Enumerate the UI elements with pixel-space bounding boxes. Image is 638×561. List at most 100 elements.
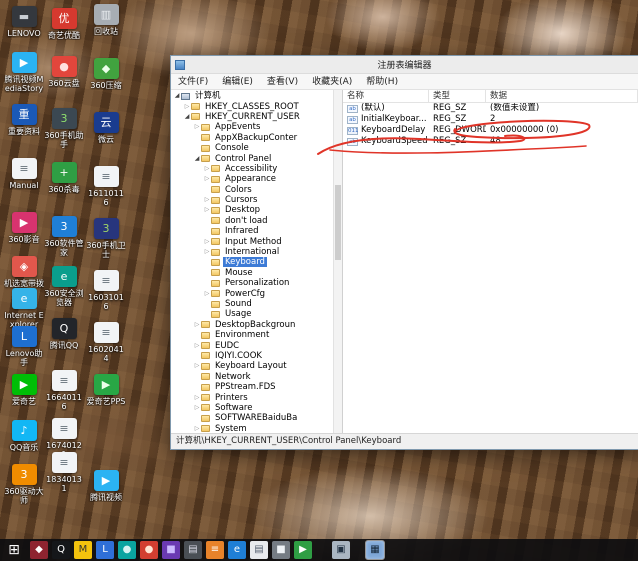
- registry-tree-pane[interactable]: ◢ 计算机 ▷ HKEY_CLASSES_ROOT ◢ HKEY_CURRENT_USER…: [171, 90, 343, 433]
- tree-item[interactable]: ▷ HKEY_CLASSES_ROOT: [171, 101, 342, 112]
- expand-icon[interactable]: ▷: [193, 341, 201, 351]
- desktop-icon[interactable]: 重重要资料: [4, 104, 44, 136]
- expand-icon[interactable]: ▷: [193, 403, 201, 413]
- desktop-icon[interactable]: ≡ 16031016: [86, 270, 126, 311]
- tree-item[interactable]: Sound: [171, 299, 342, 309]
- tree-item[interactable]: Usage: [171, 309, 342, 319]
- tree-item[interactable]: PPStream.FDS: [171, 382, 342, 392]
- column-header[interactable]: 名称: [343, 90, 429, 102]
- expand-icon[interactable]: ▷: [193, 122, 201, 132]
- taskbar-icon-ie[interactable]: e: [228, 541, 246, 559]
- taskbar-icon[interactable]: ≡: [206, 541, 224, 559]
- tree-item[interactable]: Mouse: [171, 268, 342, 278]
- desktop-icon[interactable]: +360杀毒: [44, 162, 84, 194]
- desktop-icon[interactable]: ♪ QQ音乐: [4, 420, 44, 452]
- desktop-icon[interactable]: e Internet Explorer: [4, 288, 44, 329]
- tree-item[interactable]: AppXBackupConter: [171, 133, 342, 143]
- tree-scrollbar-thumb[interactable]: [335, 185, 341, 260]
- tree-item[interactable]: Console: [171, 143, 342, 153]
- desktop-icon[interactable]: ▶ 360影音: [4, 212, 44, 244]
- tree-item[interactable]: ◢ HKEY_CURRENT_USER: [171, 112, 342, 122]
- menu-item[interactable]: 查看(V): [260, 74, 305, 90]
- expand-icon[interactable]: ▷: [193, 361, 201, 371]
- tree-item[interactable]: Infrared: [171, 226, 342, 236]
- taskbar-icon[interactable]: ●: [118, 541, 136, 559]
- taskbar-icon-explorer[interactable]: ▣: [332, 541, 350, 559]
- desktop-icon[interactable]: ▶ 爱奇艺PPS: [86, 374, 126, 406]
- collapse-icon[interactable]: ◢: [173, 91, 181, 101]
- tree-item[interactable]: ▷ Printers: [171, 392, 342, 403]
- registry-editor-window[interactable]: 注册表编辑器 文件(F) 编辑(E) 查看(V) 收藏夹(A) 帮助(H) ◢ 计算机 ▷ H…: [170, 55, 638, 450]
- tree-item[interactable]: ▷ EUDC: [171, 340, 342, 351]
- expand-icon[interactable]: ▷: [193, 320, 201, 330]
- desktop-icon[interactable]: ● 360云盘: [44, 56, 84, 88]
- tree-item[interactable]: Environment: [171, 330, 342, 340]
- tree-item[interactable]: ▷ Accessibility: [171, 164, 342, 174]
- tree-item[interactable]: don't load: [171, 216, 342, 226]
- desktop-icon[interactable]: 3 360软件管家: [44, 216, 84, 257]
- tree-item[interactable]: ▷ Cursors: [171, 195, 342, 205]
- expand-icon[interactable]: ▷: [203, 247, 211, 257]
- tree-item[interactable]: ▷ System: [171, 424, 342, 433]
- desktop-icon[interactable]: 优奇艺优酷: [44, 8, 84, 40]
- taskbar-icon[interactable]: ▤: [250, 541, 268, 559]
- expand-icon[interactable]: ▷: [203, 237, 211, 247]
- desktop-icon[interactable]: ▶ 爱奇艺: [4, 374, 44, 406]
- desktop-icon[interactable]: ≡ Manual: [4, 158, 44, 190]
- desktop-icon[interactable]: ▥ 回收站: [86, 4, 126, 36]
- tree-item[interactable]: ▷ Keyboard Layout: [171, 361, 342, 371]
- registry-value-row[interactable]: 011 KeyboardDelay REG_DWORD 0x00000000 (0): [343, 125, 638, 136]
- desktop-icon[interactable]: Q 腾讯QQ: [44, 318, 84, 350]
- tree-item[interactable]: IQIYI.COOK: [171, 351, 342, 361]
- taskbar-icon[interactable]: M: [74, 541, 92, 559]
- desktop-icon[interactable]: e 360安全浏览器: [44, 266, 84, 307]
- desktop-icon[interactable]: ≡ 18340131: [44, 452, 84, 493]
- column-header[interactable]: 类型: [429, 90, 486, 102]
- expand-icon[interactable]: ▷: [203, 164, 211, 174]
- title-bar[interactable]: 注册表编辑器: [171, 56, 638, 74]
- desktop-icon[interactable]: L Lenovo助手: [4, 326, 44, 367]
- desktop-icon[interactable]: 3 360驱动大师: [4, 464, 44, 505]
- desktop-icon[interactable]: ▶ 腾讯视频MediaStory: [4, 52, 44, 93]
- menu-item[interactable]: 编辑(E): [215, 74, 260, 90]
- taskbar-icon[interactable]: ●: [140, 541, 158, 559]
- start-button[interactable]: ⊞: [5, 541, 23, 559]
- tree-item[interactable]: ▷ AppEvents: [171, 122, 342, 132]
- tree-item[interactable]: Keyboard: [171, 257, 342, 268]
- collapse-icon[interactable]: ◢: [183, 112, 191, 122]
- tree-item[interactable]: ▷ DesktopBackgroun: [171, 320, 342, 330]
- desktop-icon[interactable]: ≡ 16020414: [86, 322, 126, 363]
- collapse-icon[interactable]: ◢: [193, 154, 201, 164]
- taskbar-icon[interactable]: ▶: [294, 541, 312, 559]
- taskbar-icon[interactable]: ◆: [30, 541, 48, 559]
- desktop-icon[interactable]: ≡ 16110116: [86, 166, 126, 207]
- desktop-icon[interactable]: 3 360手机助手: [44, 108, 84, 149]
- tree-item[interactable]: Colors: [171, 185, 342, 195]
- expand-icon[interactable]: ▷: [193, 424, 201, 433]
- tree-scrollbar[interactable]: [333, 90, 342, 433]
- tree-item[interactable]: ▷ International: [171, 247, 342, 257]
- taskbar-icon[interactable]: L: [96, 541, 114, 559]
- registry-value-row[interactable]: ab KeyboardSpeed REG_SZ 48: [343, 136, 638, 147]
- tree-item[interactable]: ◢ Control Panel: [171, 153, 342, 164]
- desktop-icon[interactable]: ◆ 360压缩: [86, 58, 126, 90]
- desktop-icon[interactable]: 3 360手机卫士: [86, 218, 126, 259]
- expand-icon[interactable]: ▷: [203, 289, 211, 299]
- taskbar-icon-qq[interactable]: Q: [52, 541, 70, 559]
- desktop-icon[interactable]: ≡ 16640116: [44, 370, 84, 411]
- taskbar-icon-regedit[interactable]: ▦: [365, 540, 385, 560]
- registry-value-row[interactable]: ab InitialKeyboar... REG_SZ 2: [343, 114, 638, 125]
- column-header[interactable]: 数据: [486, 90, 638, 102]
- expand-icon[interactable]: ▷: [203, 174, 211, 184]
- expand-icon[interactable]: ▷: [193, 393, 201, 403]
- tree-item[interactable]: Personalization: [171, 278, 342, 288]
- menu-item[interactable]: 收藏夹(A): [305, 74, 359, 90]
- tree-item[interactable]: ▷ Appearance: [171, 174, 342, 184]
- tree-item[interactable]: ▷ Input Method: [171, 236, 342, 247]
- registry-value-row[interactable]: ab (默认) REG_SZ (数值未设置): [343, 103, 638, 114]
- tree-item[interactable]: ▷ PowerCfg: [171, 288, 342, 299]
- tree-item[interactable]: Network: [171, 372, 342, 382]
- expand-icon[interactable]: ▷: [203, 205, 211, 215]
- tree-item[interactable]: ▷ Desktop: [171, 205, 342, 215]
- menu-item[interactable]: 文件(F): [171, 74, 215, 90]
